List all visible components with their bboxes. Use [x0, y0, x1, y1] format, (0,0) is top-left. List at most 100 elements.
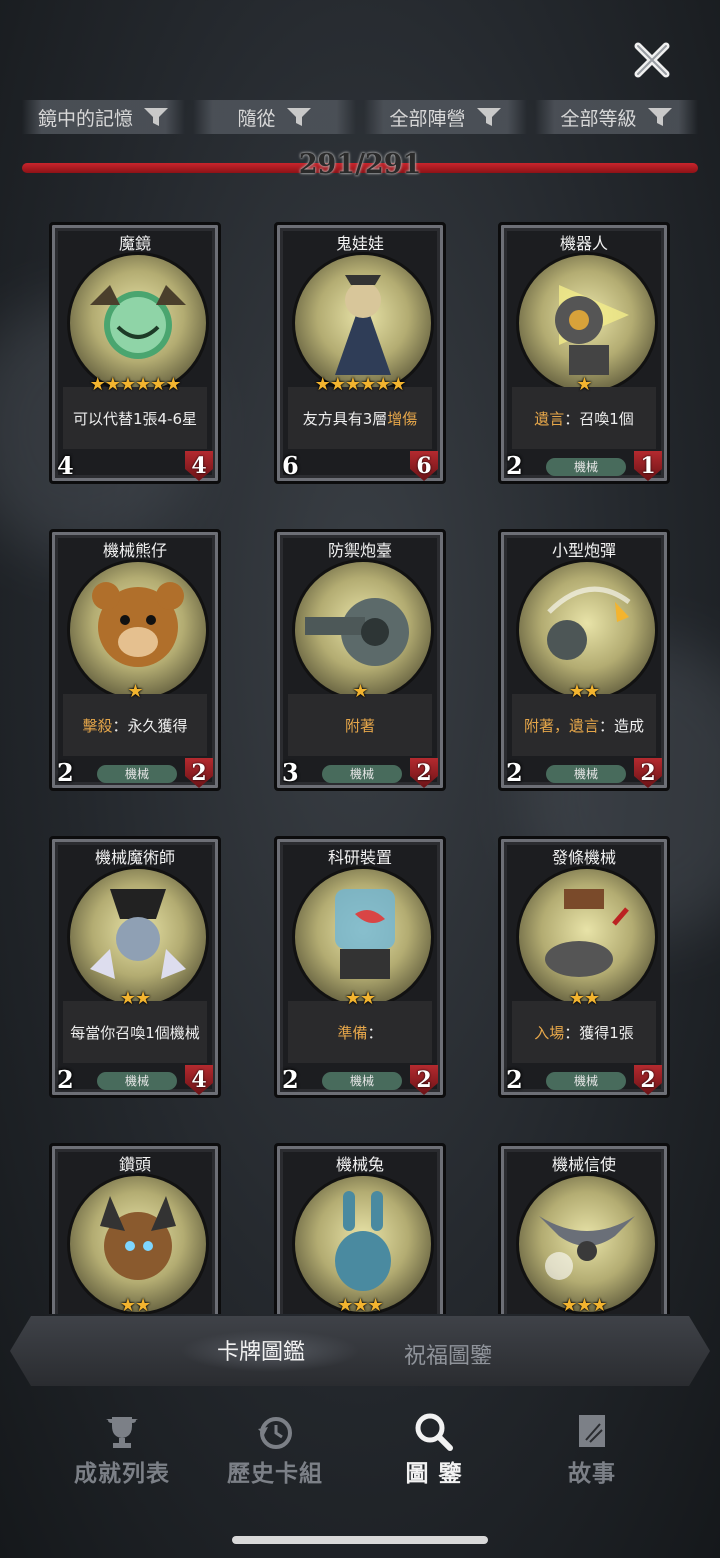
card-stars: ★★ [119, 988, 151, 1009]
card-description: 擊殺：永久獲得 [63, 694, 207, 756]
filter-level[interactable]: 全部等級 [535, 100, 698, 134]
card-portrait [516, 1173, 658, 1314]
filter-type[interactable]: 隨從 [193, 100, 356, 134]
tab-blessing-catalog[interactable]: 祝福圖鑒 [404, 1338, 492, 1370]
card-art-image [90, 889, 186, 979]
magnifier-icon [415, 1413, 453, 1451]
filter-collection[interactable]: 鏡中的記憶 [22, 100, 185, 134]
card-art-image [539, 1216, 635, 1280]
card-item[interactable]: 發條機械 入場：獲得1張 ★★ 2 2 機械 [498, 836, 670, 1098]
funnel-icon [647, 108, 672, 126]
card-tribe-tag: 機械 [322, 765, 402, 783]
desc-keyword: 遺言 [534, 409, 565, 428]
tab-card-catalog[interactable]: 卡牌圖鑑 [217, 1334, 305, 1366]
filter-label: 全部陣營 [389, 107, 466, 130]
card-stars: ★★ [568, 988, 600, 1009]
card-stars: ★ [352, 681, 368, 702]
desc-text: ：永久獲得 [112, 716, 188, 735]
card-attack: 2 [506, 1065, 523, 1094]
card-description: 可以代替1張4-6星 [63, 387, 207, 449]
close-button[interactable] [632, 40, 672, 80]
filter-label: 全部等級 [560, 107, 637, 130]
desc-text: ： [367, 1023, 383, 1042]
card-name: 機械熊仔 [102, 541, 167, 560]
card-attack: 2 [57, 1065, 74, 1094]
card-item[interactable]: 機械信使 ★★★ [498, 1143, 670, 1314]
nav-label: 歷史卡組 [227, 1460, 323, 1487]
card-name: 機械信使 [551, 1155, 616, 1174]
home-indicator[interactable] [232, 1536, 488, 1544]
nav-history-decks[interactable]: 歷史卡組 [205, 1410, 345, 1488]
card-portrait [292, 559, 434, 701]
card-item[interactable]: 防禦炮臺 附著 ★ 3 2 機械 [274, 529, 446, 791]
desc-text: ：召喚1個 [564, 409, 634, 428]
card-portrait [292, 1173, 434, 1314]
card-description: 準備： [288, 1001, 432, 1063]
card-name: 小型炮彈 [551, 541, 616, 560]
card-name: 機器人 [559, 234, 608, 253]
card-item[interactable]: 鬼娃娃 友方具有3層增傷 ★★★★★★ 6 6 [274, 222, 446, 484]
card-portrait [67, 252, 209, 394]
card-tribe-tag: 機械 [546, 765, 626, 783]
card-item[interactable]: 機器人 遺言：召喚1個 ★ 2 1 機械 [498, 222, 670, 484]
card-description: 遺言：召喚1個 [512, 387, 656, 449]
nav-label: 圖 鑒 [405, 1460, 463, 1487]
card-attack: 2 [57, 758, 74, 787]
desc-keyword: 附著，遺言 [523, 716, 599, 735]
card-name: 鬼娃娃 [335, 234, 384, 253]
card-description: 每當你召喚1個機械 [63, 1001, 207, 1063]
desc-keyword: 附著 [344, 716, 375, 735]
card-portrait [516, 252, 658, 394]
card-item[interactable]: 鑽頭 ★★ [49, 1143, 221, 1314]
card-tribe-tag: 機械 [546, 458, 626, 476]
card-art-image [547, 586, 631, 660]
filter-label: 鏡中的記憶 [37, 107, 133, 130]
card-item[interactable]: 小型炮彈 附著，遺言：造成 ★★ 2 2 機械 [498, 529, 670, 791]
card-attack: 2 [506, 758, 523, 787]
desc-keyword: 擊殺 [82, 716, 113, 735]
nav-label: 故事 [568, 1460, 616, 1487]
card-attack: 2 [506, 451, 523, 480]
card-name: 發條機械 [551, 848, 616, 867]
progress-text: 291/291 [298, 149, 422, 180]
card-stars: ★★★ [561, 1295, 607, 1314]
desc-keyword: 增傷 [387, 409, 418, 428]
nav-achievements[interactable]: 成就列表 [52, 1410, 192, 1488]
bottom-nav: 成就列表 歷史卡組 圖 鑒 故事 [0, 1410, 720, 1500]
card-description: 附著 [288, 694, 432, 756]
card-name: 鑽頭 [118, 1155, 151, 1174]
card-attack: 3 [282, 758, 299, 787]
card-stars: ★★ [119, 1295, 151, 1314]
card-stars: ★★★ [337, 1295, 383, 1314]
card-stars: ★ [127, 681, 143, 702]
funnel-icon [286, 108, 311, 126]
card-item[interactable]: 機械熊仔 擊殺：永久獲得 ★ 2 2 機械 [49, 529, 221, 791]
history-icon [258, 1417, 292, 1449]
filter-bar: 鏡中的記憶 隨從 全部陣營 全部等級 [22, 100, 698, 136]
filter-faction[interactable]: 全部陣營 [364, 100, 527, 134]
collection-progress: 291/291 [22, 149, 698, 182]
book-icon [579, 1415, 605, 1447]
card-item[interactable]: 魔鏡 可以代替1張4-6星 ★★★★★★ 4 4 [49, 222, 221, 484]
card-art-image [305, 598, 409, 666]
card-portrait [67, 866, 209, 1008]
card-portrait [67, 1173, 209, 1314]
card-art-image [545, 889, 629, 977]
card-description: 附著，遺言：造成 [512, 694, 656, 756]
filter-label: 隨從 [237, 107, 276, 130]
nav-story[interactable]: 故事 [522, 1410, 662, 1488]
card-attack: 2 [282, 1065, 299, 1094]
card-stars: ★★★★★★ [314, 374, 407, 395]
card-art-image [555, 285, 629, 375]
card-tribe-tag: 機械 [97, 765, 177, 783]
card-art-image [335, 275, 391, 375]
nav-catalog[interactable]: 圖 鑒 [364, 1410, 504, 1488]
card-attack: 4 [57, 451, 74, 480]
card-stars: ★★ [568, 681, 600, 702]
card-art-image [90, 285, 186, 359]
card-item[interactable]: 科研裝置 準備： ★★ 2 2 機械 [274, 836, 446, 1098]
card-art-image [100, 1196, 176, 1280]
card-item[interactable]: 機械魔術師 每當你召喚1個機械 ★★ 2 4 機械 [49, 836, 221, 1098]
card-item[interactable]: 機械兔 ★★★ [274, 1143, 446, 1314]
card-portrait [67, 559, 209, 701]
